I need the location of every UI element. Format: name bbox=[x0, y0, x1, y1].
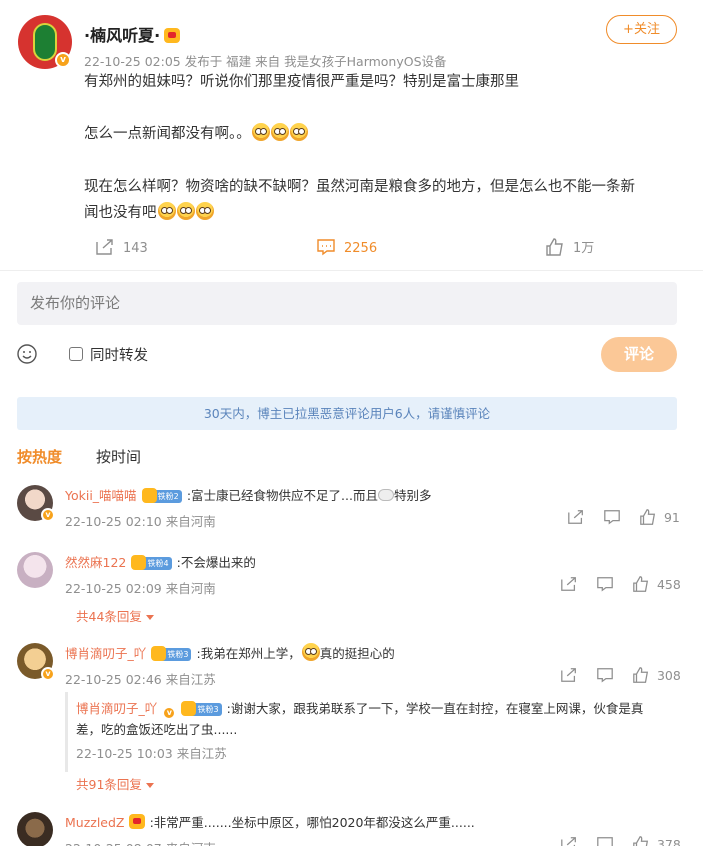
thumbs-up-icon[interactable] bbox=[632, 835, 650, 846]
comment-actions: 308 bbox=[560, 666, 681, 684]
like-count: 308 bbox=[656, 668, 681, 683]
comment-text: :我弟在郑州上学， bbox=[196, 646, 301, 661]
comment-actions: 91 bbox=[567, 508, 680, 526]
submit-comment-button[interactable]: 评论 bbox=[601, 337, 677, 372]
reply-body: 博肖滴叨子_吖 v 铁粉3 :谢谢大家，跟我弟联系了一下，学校一直在封控，在寝室… bbox=[76, 697, 676, 720]
fan-crown-icon bbox=[128, 814, 145, 829]
fan-crown-icon bbox=[164, 28, 181, 43]
dizzy-emoji-icon bbox=[157, 202, 176, 220]
repost-icon[interactable] bbox=[567, 508, 585, 526]
thumbs-up-icon[interactable] bbox=[632, 666, 650, 684]
comment-text: :富士康已经食物供应不足了...而且 bbox=[186, 488, 378, 503]
comment-body: 然然麻122 铁粉4 :不会爆出来的 bbox=[65, 552, 256, 571]
verified-badge-icon: v bbox=[41, 667, 55, 681]
comment-text: :不会爆出来的 bbox=[176, 555, 256, 570]
sort-by-time-tab[interactable]: 按时间 bbox=[96, 446, 141, 467]
reply-text-line2: 差，吃的盒饭还吃出了虫...... bbox=[76, 722, 238, 737]
emoji-picker-icon[interactable] bbox=[17, 344, 37, 364]
view-replies-link[interactable]: 共44条回复 bbox=[76, 606, 154, 625]
comment-button[interactable]: 2256 bbox=[316, 238, 377, 260]
commenter-avatar[interactable] bbox=[17, 812, 53, 846]
reply-meta: 22-10-25 10:03 来自江苏 bbox=[76, 746, 227, 761]
follow-button[interactable]: +关注 bbox=[606, 15, 677, 44]
repost-button[interactable]: 143 bbox=[95, 238, 148, 260]
fan-level-badge: 铁粉3 bbox=[151, 646, 192, 661]
like-count: 91 bbox=[663, 510, 680, 525]
comment-icon[interactable] bbox=[596, 575, 614, 593]
dizzy-emoji-icon bbox=[289, 123, 308, 141]
comment-icon[interactable] bbox=[596, 835, 614, 846]
comment-actions: 458 bbox=[560, 575, 681, 593]
post-text-line2: 怎么一点新闻都没有啊。。 bbox=[84, 121, 674, 147]
post-meta: 22-10-25 02:05 发布于 福建 来自 我是女孩子HarmonyOS设… bbox=[84, 54, 447, 69]
comment-body: 博肖滴叨子_吖 铁粉3 :我弟在郑州上学， 真的挺担心的 bbox=[65, 643, 395, 662]
comment-icon bbox=[317, 239, 335, 256]
like-button[interactable]: 1万 bbox=[545, 238, 594, 260]
commenter-avatar[interactable] bbox=[17, 552, 53, 588]
thumbs-up-icon[interactable] bbox=[632, 575, 650, 593]
sheep-emoji-icon bbox=[377, 489, 394, 501]
thumbs-up-icon[interactable] bbox=[639, 508, 657, 526]
comment-body: MuzzledZ :非常严重.......坐标中原区，哪怕2020年都没这么严重… bbox=[65, 812, 475, 831]
commenter-name[interactable]: Yokii_喵喵喵 bbox=[65, 488, 137, 503]
dizzy-emoji-icon bbox=[176, 202, 195, 220]
replier-name[interactable]: 博肖滴叨子_吖 bbox=[76, 701, 157, 716]
fan-level-badge: 铁粉3 bbox=[181, 701, 222, 716]
like-count: 458 bbox=[656, 577, 681, 592]
repost-icon bbox=[96, 239, 113, 255]
sort-by-hot-tab[interactable]: 按热度 bbox=[17, 446, 62, 467]
verified-badge-icon: v bbox=[55, 52, 71, 68]
fan-level-badge: 铁粉4 bbox=[131, 555, 172, 570]
commenter-name[interactable]: MuzzledZ bbox=[65, 815, 125, 830]
dizzy-emoji-icon bbox=[251, 123, 270, 141]
post-text-line3: 现在怎么样啊？物资啥的缺不缺啊？虽然河南是粮食多的地方，但是怎么也不能一条新 bbox=[84, 179, 635, 195]
commenter-name[interactable]: 然然麻122 bbox=[65, 555, 126, 570]
comment-actions: 378 bbox=[560, 835, 681, 846]
comment-text: :非常严重.......坐标中原区，哪怕2020年都没这么严重...... bbox=[149, 815, 475, 830]
comment-meta: 22-10-25 08:07 来自河南 bbox=[65, 838, 216, 846]
block-notice: 30天内，博主已拉黑恶意评论用户6人，请谨慎评论 bbox=[17, 397, 677, 430]
verified-badge-icon: v bbox=[41, 508, 55, 522]
comment-icon[interactable] bbox=[596, 666, 614, 684]
post-text-line4: 闻也没有吧 bbox=[84, 200, 674, 226]
comment-input[interactable]: 发布你的评论 bbox=[17, 282, 677, 325]
comment-meta: 22-10-25 02:09 来自河南 bbox=[65, 581, 216, 596]
divider bbox=[0, 270, 703, 271]
verified-badge-icon: v bbox=[162, 706, 177, 720]
repost-icon[interactable] bbox=[560, 575, 578, 593]
repost-icon[interactable] bbox=[560, 835, 578, 846]
crying-emoji-icon bbox=[301, 643, 320, 661]
comment-meta: 22-10-25 02:10 来自河南 bbox=[65, 514, 216, 529]
repost-checkbox-label: 同时转发 bbox=[90, 348, 148, 364]
comment-meta: 22-10-25 02:46 来自江苏 bbox=[65, 672, 216, 687]
repost-checkbox[interactable] bbox=[69, 347, 83, 361]
commenter-name[interactable]: 博肖滴叨子_吖 bbox=[65, 646, 146, 661]
author-name[interactable]: ·楠风听夏· bbox=[84, 22, 181, 46]
thumbs-up-icon bbox=[546, 238, 563, 256]
repost-icon[interactable] bbox=[560, 666, 578, 684]
view-replies-link[interactable]: 共91条回复 bbox=[76, 774, 154, 793]
reply-thread-bar bbox=[65, 692, 68, 772]
post-text-line1: 有郑州的姐妹吗？听说你们那里疫情很严重是吗？特别是富士康那里 bbox=[84, 74, 519, 90]
fan-level-badge: 铁粉2 bbox=[141, 488, 182, 503]
dizzy-emoji-icon bbox=[270, 123, 289, 141]
comment-icon[interactable] bbox=[603, 508, 621, 526]
comment-body: Yokii_喵喵喵 铁粉2 :富士康已经食物供应不足了...而且 特别多 bbox=[65, 488, 432, 503]
like-count: 378 bbox=[656, 837, 681, 846]
dizzy-emoji-icon bbox=[195, 202, 214, 220]
